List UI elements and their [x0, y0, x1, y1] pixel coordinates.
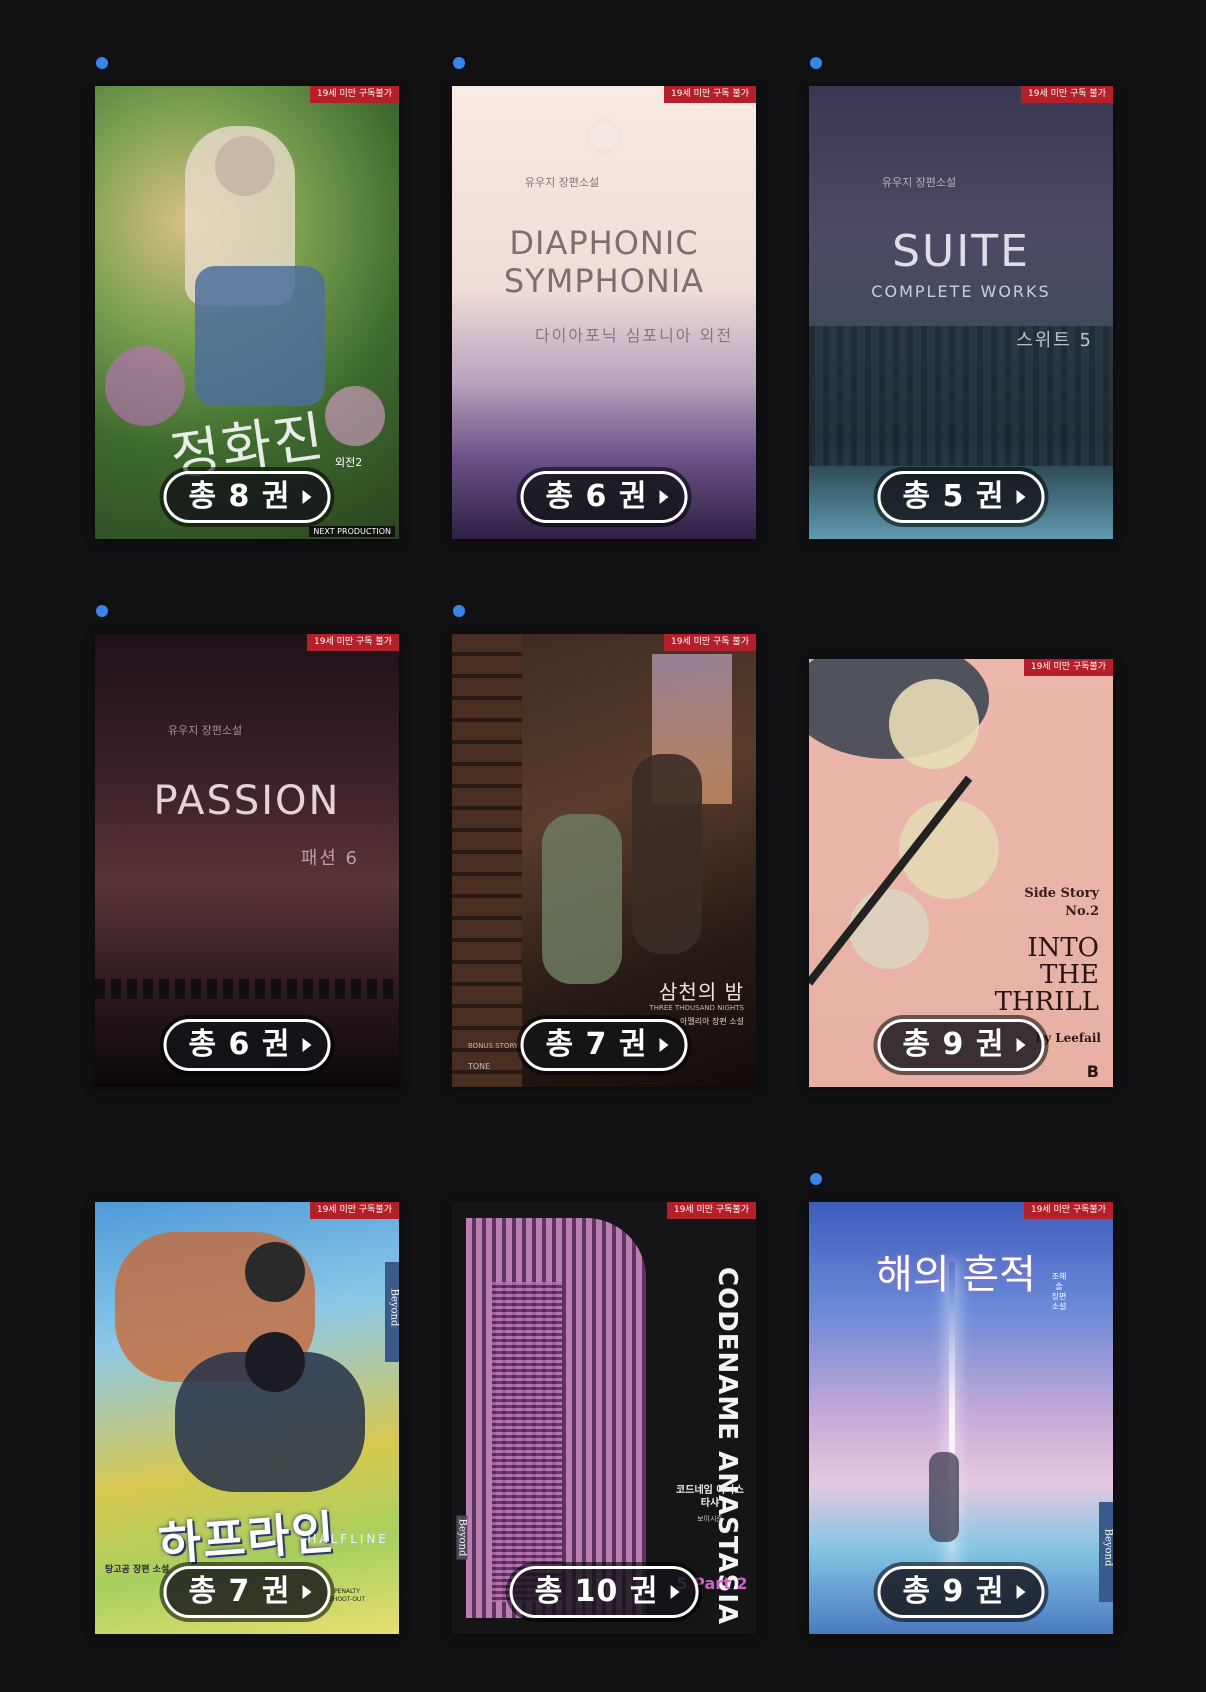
new-indicator-dot [96, 57, 108, 69]
play-arrow-icon [1016, 490, 1026, 504]
book-cover[interactable]: 19세 미만 구독불가 해의 흔적 조해솔 장편소설 Beyond 총 9 권 [809, 1202, 1113, 1634]
age-restriction-badge: 19세 미만 구독 불가 [307, 634, 399, 651]
age-restriction-badge: 19세 미만 구독 불가 [1021, 86, 1113, 103]
cover-author: 탕고공 장편 소설 [105, 1565, 170, 1575]
cover-title-en: HALFLINE [307, 1532, 389, 1546]
cover-author: 보이시즌 [697, 1515, 723, 1523]
volume-count-button[interactable]: 총 9 권 [877, 1566, 1045, 1618]
volume-count-button[interactable]: 총 7 권 [520, 1019, 688, 1071]
book-cover[interactable]: 19세 미만 구독불가 CODENAME ANASTASIA 코드네임 아나스타… [452, 1202, 756, 1634]
cover-title-ko: 코드네임 아나스타샤 [676, 1485, 744, 1509]
cover-title-en: THREE THOUSAND NIGHTS [649, 1004, 744, 1012]
publisher-label: Beyond [388, 1288, 399, 1327]
age-restriction-badge: 19세 미만 구독불가 [1023, 659, 1113, 676]
publisher-label: NEXT PRODUCTION [309, 526, 395, 537]
cover-author: 조해솔 장편소설 [1051, 1272, 1067, 1311]
publisher-label: TONE [468, 1062, 491, 1071]
cover-title-en: DIAPHONIC SYMPHONIA [503, 224, 705, 300]
volume-count-button[interactable]: 총 9 권 [877, 1019, 1045, 1071]
cover-sub: 외전2 [335, 456, 363, 469]
book-cover[interactable]: 19세 미만 구독 불가 유우지 장편소설 PASSION 패션 6 총 6 권 [95, 634, 399, 1087]
age-restriction-badge: 19세 미만 구독불가 [1023, 1202, 1113, 1219]
cover-title-ko: 삼천의 밤 [659, 980, 744, 1004]
new-indicator-dot [453, 605, 465, 617]
play-arrow-icon [302, 1585, 312, 1599]
volume-count-button[interactable]: 총 6 권 [520, 471, 688, 523]
cover-sub: PENALTY SHOOT-OUT [329, 1588, 365, 1603]
age-restriction-badge: 19세 미만 구독불가 [309, 1202, 399, 1219]
cover-title-en: PASSION [153, 778, 341, 824]
cover-author: 유우지 장편소설 [524, 176, 600, 189]
age-restriction-badge: 19세 미만 구독 불가 [664, 86, 756, 103]
play-arrow-icon [659, 1038, 669, 1052]
play-arrow-icon [670, 1585, 680, 1599]
play-arrow-icon [1016, 1585, 1026, 1599]
book-cover[interactable]: 19세 미만 구독 불가 유우지 장편소설 SUITE COMPLETE WOR… [809, 86, 1113, 539]
volume-count-button[interactable]: 총 8 권 [163, 471, 331, 523]
play-arrow-icon [1016, 1038, 1026, 1052]
cover-title-ko: 다이아포닉 심포니아 외전 [534, 326, 734, 345]
book-cover[interactable]: 19세 미만 구독 불가 삼천의 밤 THREE THOUSAND NIGHTS… [452, 634, 756, 1087]
new-indicator-dot [810, 57, 822, 69]
cover-author: 유우지 장편소설 [167, 724, 243, 737]
volume-count-button[interactable]: 총 5 권 [877, 471, 1045, 523]
age-restriction-badge: 19세 미만 구독불가 [666, 1202, 756, 1219]
cover-title-en: INTO THE THRILL [994, 933, 1099, 1017]
publisher-label: Beyond [1102, 1528, 1113, 1567]
cover-author: by Leefail [1035, 1031, 1101, 1045]
play-arrow-icon [302, 1038, 312, 1052]
cover-title-ko: 해의 흔적 [876, 1252, 1036, 1298]
book-cover[interactable]: 19세 미만 구독불가 Side Story No.2 INTO THE THR… [809, 659, 1113, 1087]
play-arrow-icon [659, 490, 669, 504]
new-indicator-dot [453, 57, 465, 69]
cover-title-en: CODENAME ANASTASIA [712, 1267, 742, 1626]
cover-title-en: SUITE [892, 226, 1030, 277]
new-indicator-dot [96, 605, 108, 617]
book-cover[interactable]: 19세 미만 구독불가 정화진 외전2 NEXT PRODUCTION 총 8 … [95, 86, 399, 539]
volume-count-button[interactable]: 총 7 권 [163, 1566, 331, 1618]
book-cover[interactable]: 19세 미만 구독불가 Beyond 하프라인 HALFLINE 탕고공 장편 … [95, 1202, 399, 1634]
cover-sub: COMPLETE WORKS [871, 282, 1051, 301]
age-restriction-badge: 19세 미만 구독불가 [309, 86, 399, 103]
publisher-label: B [1086, 1062, 1099, 1081]
book-cover[interactable]: 19세 미만 구독 불가 유우지 장편소설 DIAPHONIC SYMPHONI… [452, 86, 756, 539]
volume-count-button[interactable]: 총 10 권 [509, 1566, 699, 1618]
volume-count-button[interactable]: 총 6 권 [163, 1019, 331, 1071]
new-indicator-dot [810, 1173, 822, 1185]
age-restriction-badge: 19세 미만 구독 불가 [664, 634, 756, 651]
cover-title-ko: 스위트 5 [1016, 330, 1093, 351]
cover-sub: BONUS STORY [468, 1042, 519, 1050]
cover-author: 유우지 장편소설 [881, 176, 957, 189]
play-arrow-icon [302, 490, 312, 504]
publisher-label: Beyond [456, 1515, 468, 1560]
cover-title-ko: 패션 6 [300, 848, 359, 869]
cover-sub: Side Story No.2 [1024, 886, 1099, 919]
